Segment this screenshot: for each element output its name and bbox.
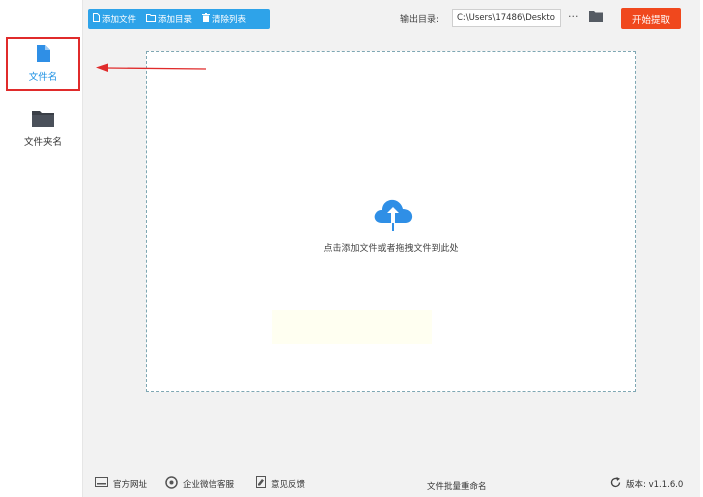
- sidebar-item-filename[interactable]: 文件名: [6, 37, 80, 91]
- sidebar: 文件名 文件夹名: [0, 0, 83, 497]
- wechat-support-label: 企业微信客服: [183, 479, 235, 490]
- chat-icon: [165, 475, 183, 492]
- feedback-icon: [256, 476, 271, 491]
- drop-zone-hint: 点击添加文件或者拖拽文件到此处: [323, 244, 459, 254]
- annotation-arrow-icon: [96, 62, 208, 77]
- output-directory-label: 输出目录:: [400, 15, 440, 25]
- add-file-label: 添加文件: [102, 15, 137, 25]
- add-directory-button[interactable]: 添加目录: [141, 9, 197, 29]
- output-directory-field[interactable]: C:\Users\17486\Deskto: [452, 9, 561, 27]
- bottom-bar: 官方网址 企业微信客服 意见反馈 文件批量重命名 版本: v1.1.6.0: [82, 470, 703, 497]
- add-directory-label: 添加目录: [158, 15, 193, 25]
- website-icon: [95, 477, 113, 490]
- browse-more-button[interactable]: ···: [568, 10, 579, 23]
- folder-icon: [32, 109, 54, 130]
- open-folder-icon[interactable]: [589, 10, 603, 25]
- start-extract-button[interactable]: 开始提取: [621, 8, 681, 29]
- add-file-button[interactable]: 添加文件: [88, 9, 141, 29]
- official-website-link[interactable]: 官方网址: [95, 477, 147, 490]
- app-name: 文件批量重命名: [427, 482, 487, 492]
- watermark: [272, 310, 432, 344]
- feedback-label: 意见反馈: [271, 479, 306, 490]
- file-outline-icon: [93, 13, 102, 25]
- file-icon: [36, 45, 50, 65]
- clear-list-label: 清除列表: [212, 15, 247, 25]
- toolbar: 添加文件 添加目录 清除列表: [88, 9, 270, 29]
- official-website-label: 官方网址: [113, 479, 148, 490]
- version-info[interactable]: 版本: v1.1.6.0: [610, 476, 684, 491]
- sidebar-item-label: 文件夹名: [23, 136, 62, 148]
- file-drop-zone[interactable]: 点击添加文件或者拖拽文件到此处: [146, 51, 636, 392]
- trash-icon: [202, 13, 212, 25]
- sidebar-item-label: 文件名: [28, 72, 58, 83]
- wechat-support-link[interactable]: 企业微信客服: [165, 475, 235, 492]
- folder-outline-icon: [146, 13, 158, 25]
- refresh-icon: [610, 476, 626, 491]
- clear-list-button[interactable]: 清除列表: [197, 9, 251, 29]
- cloud-upload-icon: [372, 197, 414, 234]
- version-label: 版本: v1.1.6.0: [626, 479, 684, 490]
- sidebar-item-foldername[interactable]: 文件夹名: [6, 106, 80, 150]
- feedback-link[interactable]: 意见反馈: [256, 476, 305, 491]
